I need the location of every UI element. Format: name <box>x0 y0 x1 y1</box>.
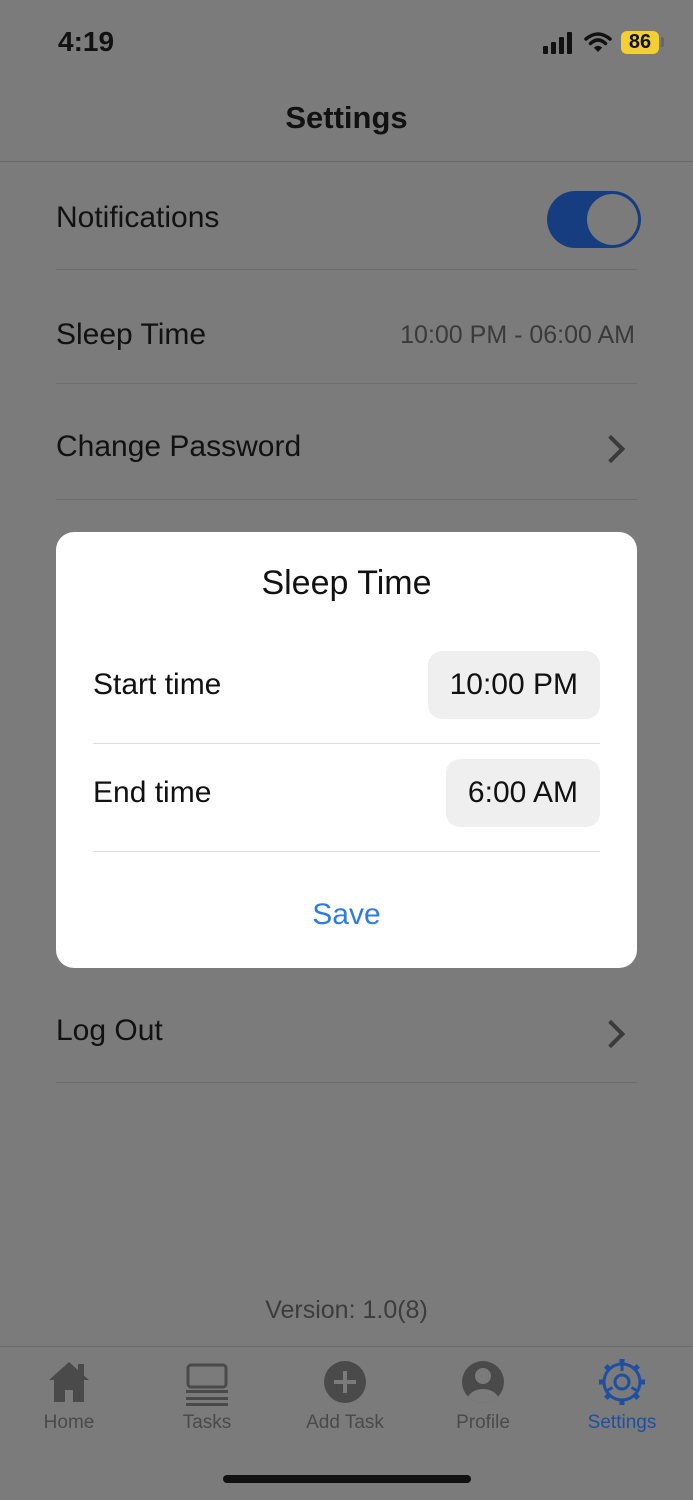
settings-icon <box>599 1359 645 1405</box>
logout-label: Log Out <box>56 1014 163 1047</box>
tasks-icon <box>186 1363 228 1406</box>
notifications-toggle[interactable] <box>547 191 641 248</box>
sleep-time-modal: Sleep Time Start time 10:00 PM End time … <box>56 532 637 968</box>
battery-level: 86 <box>628 31 652 53</box>
home-icon <box>49 1362 89 1402</box>
sleep-time-label: Sleep Time <box>56 318 207 351</box>
end-time-label: End time <box>93 776 212 809</box>
status-bar: 4:19 86 <box>0 0 693 86</box>
status-time: 4:19 <box>58 26 115 57</box>
page-title: Settings <box>285 100 408 135</box>
tab-add-task[interactable]: Add Task <box>276 1356 414 1446</box>
chevron-right-icon <box>596 434 626 464</box>
modal-divider <box>93 743 600 744</box>
wifi-icon <box>584 32 612 52</box>
battery-icon: 86 <box>621 31 659 54</box>
end-time-picker[interactable]: 6:00 AM <box>445 759 600 827</box>
chevron-right-icon <box>596 1019 626 1049</box>
tab-settings[interactable]: Settings <box>553 1356 691 1446</box>
tab-label: Settings <box>587 1412 657 1433</box>
modal-title: Sleep Time <box>261 564 432 602</box>
change-password-label: Change Password <box>56 430 302 463</box>
tab-home[interactable]: Home <box>0 1356 138 1446</box>
tab-bar-divider <box>0 1346 693 1347</box>
logout-row[interactable]: Log Out <box>56 968 637 1083</box>
toggle-knob <box>587 194 638 245</box>
save-button[interactable]: Save <box>56 898 637 932</box>
profile-icon <box>462 1361 504 1403</box>
battery-tip <box>661 37 664 47</box>
tab-tasks[interactable]: Tasks <box>138 1356 276 1446</box>
signal-icon <box>543 32 575 54</box>
start-time-label: Start time <box>93 668 222 701</box>
modal-divider <box>93 851 600 852</box>
sleep-time-row[interactable]: Sleep Time 10:00 PM - 06:00 AM <box>56 270 637 384</box>
tab-profile[interactable]: Profile <box>414 1356 552 1446</box>
home-indicator <box>223 1475 471 1483</box>
start-time-picker[interactable]: 10:00 PM <box>427 651 600 719</box>
change-password-row[interactable]: Change Password <box>56 384 637 500</box>
tab-label: Add Task <box>306 1412 384 1433</box>
tab-label: Tasks <box>182 1412 232 1433</box>
version-label: Version: 1.0(8) <box>265 1296 428 1324</box>
sleep-time-value: 10:00 PM - 06:00 AM <box>400 321 635 349</box>
notifications-label: Notifications <box>56 201 220 234</box>
tab-label: Home <box>43 1412 95 1433</box>
tab-label: Profile <box>456 1412 510 1433</box>
add-task-icon <box>324 1361 366 1403</box>
